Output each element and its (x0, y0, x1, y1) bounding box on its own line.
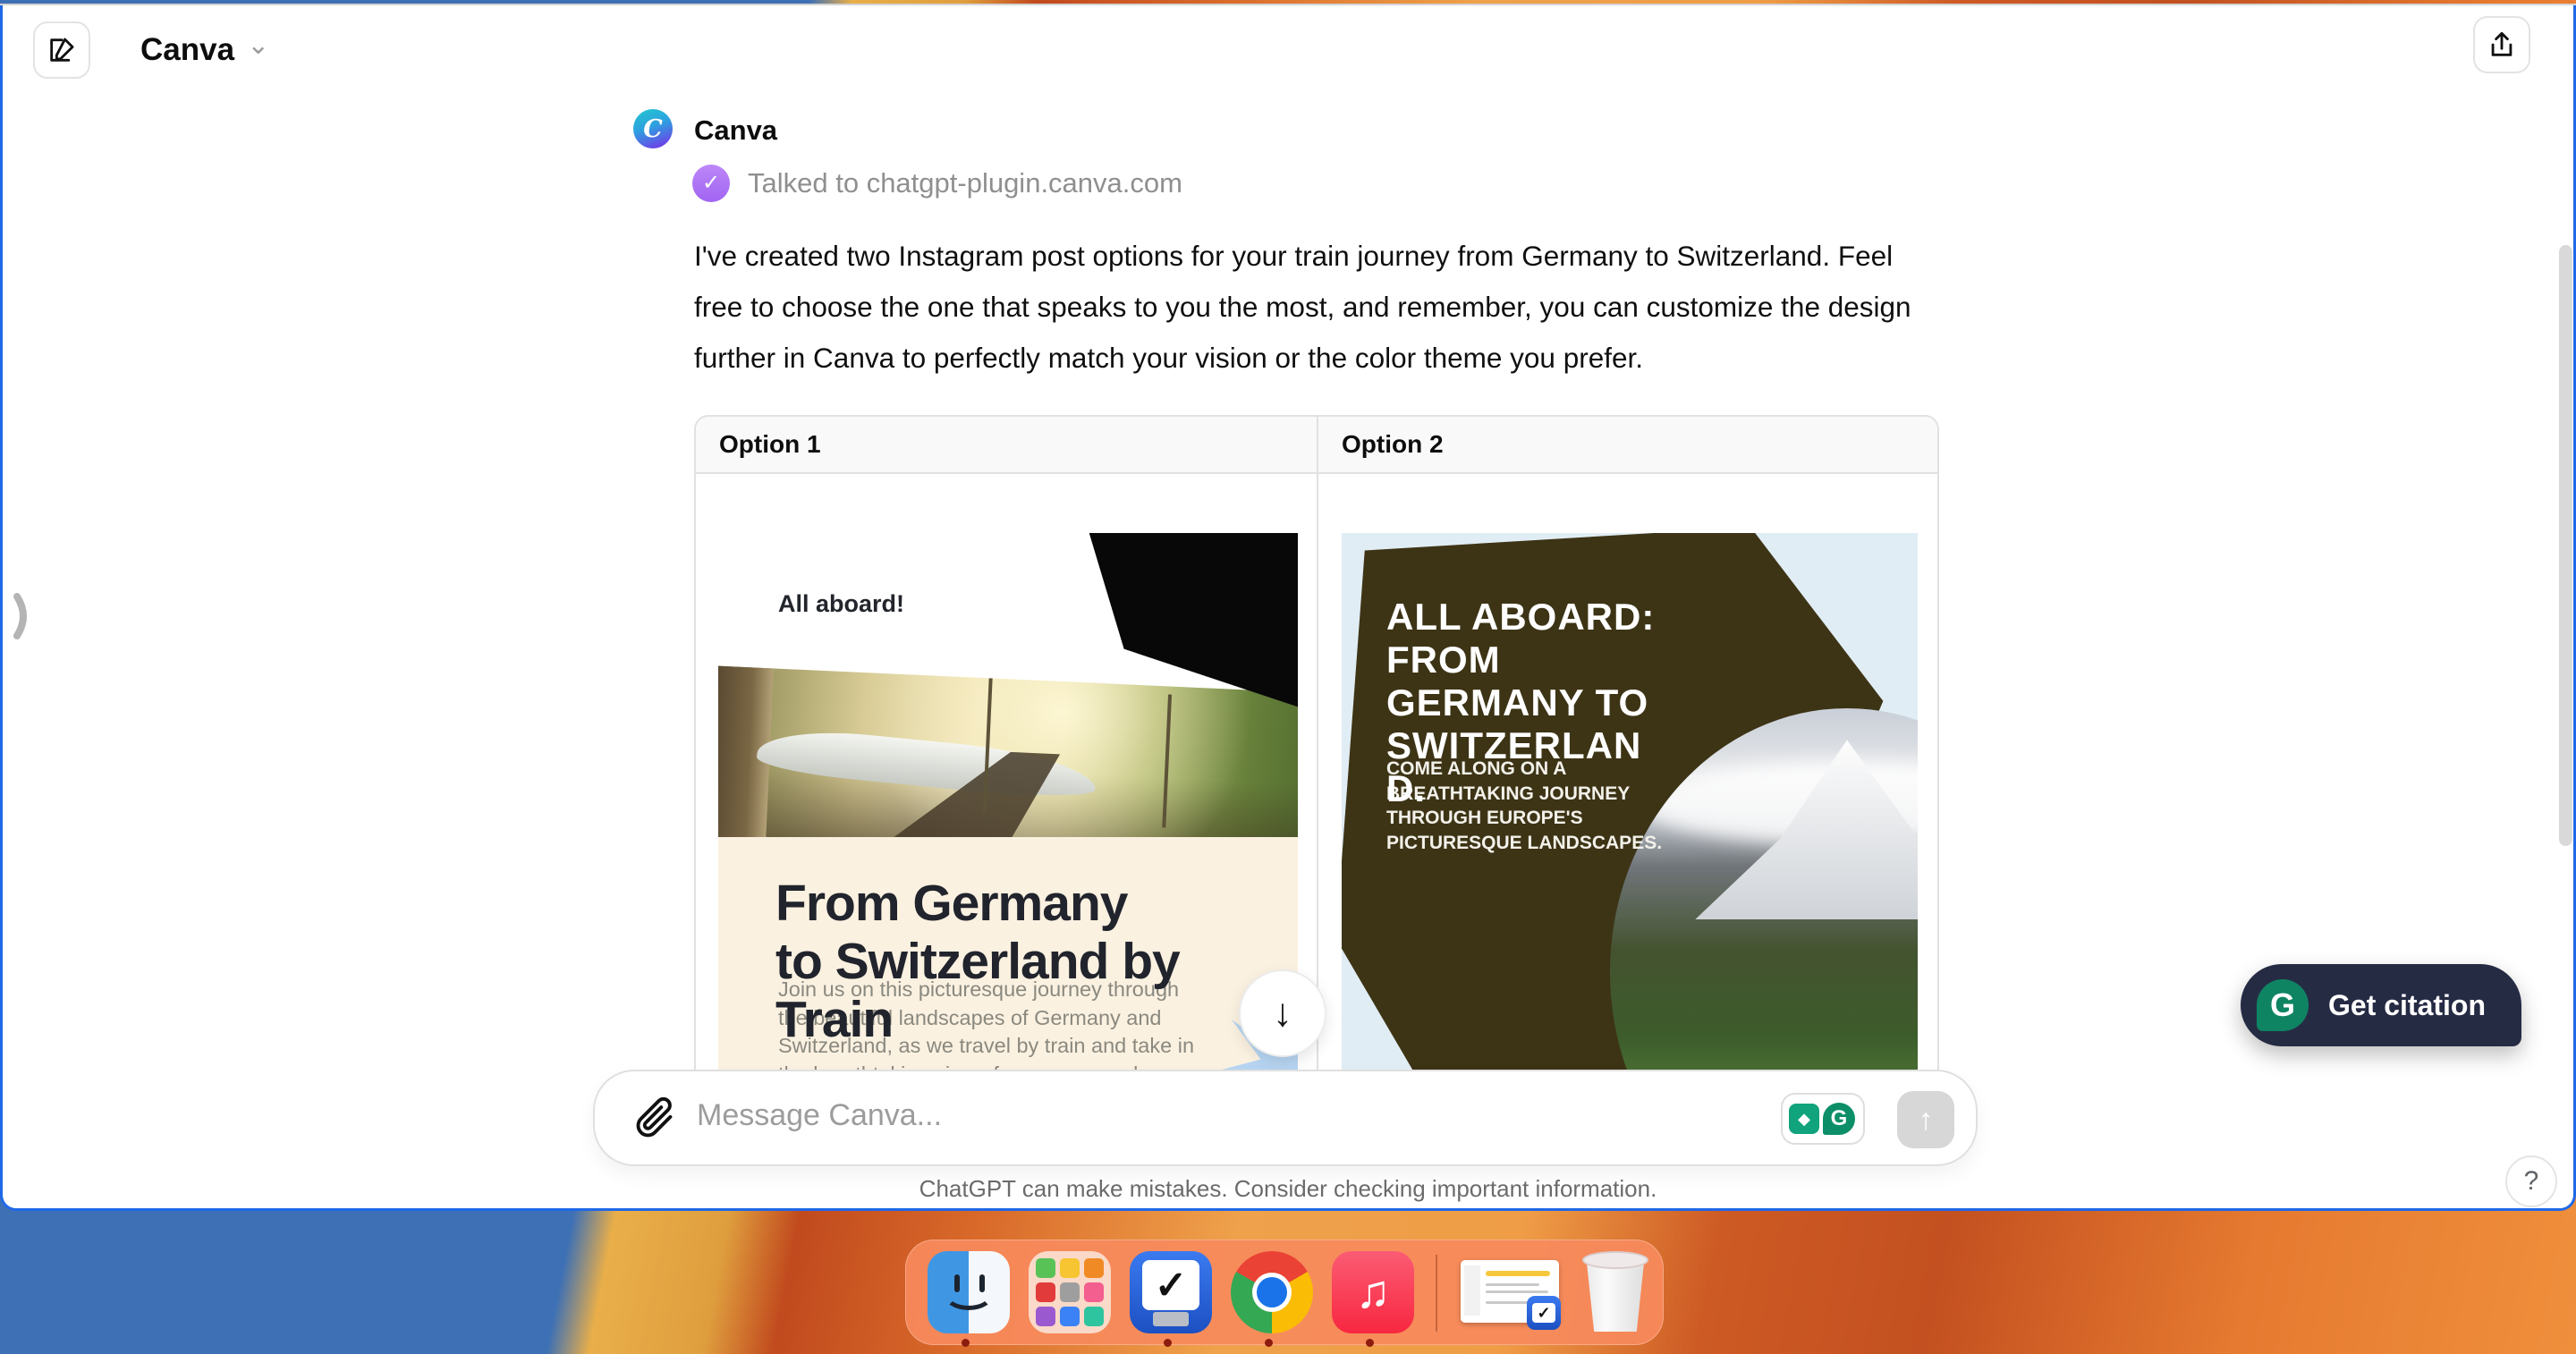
scroll-to-bottom-button[interactable]: ↓ (1239, 969, 1326, 1057)
things-badge-icon: ✓ (1532, 1303, 1555, 1323)
get-citation-label: Get citation (2328, 989, 2486, 1022)
help-button[interactable]: ? (2505, 1155, 2557, 1207)
launchpad-icon (1084, 1258, 1104, 1278)
plugin-status-row[interactable]: ✓ Talked to chatgpt-plugin.canva.com (692, 165, 1182, 202)
thumb-text-line (1486, 1283, 1539, 1286)
option1-cell: All aboard! Join us on this picturesque … (696, 474, 1317, 1077)
assistant-name: Canva (694, 114, 777, 147)
music-note-icon: ♫ (1356, 1265, 1391, 1319)
share-button[interactable] (2473, 16, 2530, 73)
help-icon: ? (2524, 1166, 2539, 1197)
thumb-text-line (1486, 1301, 1530, 1304)
compose-icon (47, 35, 77, 65)
running-indicator-finder (962, 1339, 970, 1347)
chevron-down-icon: ⌄ (247, 30, 269, 61)
grammarly-gem-icon: ◆ (1789, 1104, 1819, 1134)
option1-tagline: All aboard! (778, 590, 904, 618)
launchpad-icon (1060, 1307, 1080, 1326)
trash-icon (1584, 1258, 1647, 1332)
assistant-message: I've created two Instagram post options … (694, 231, 1946, 384)
message-composer[interactable]: Message Canva... ◆ G ↑ (593, 1070, 1978, 1166)
trash-icon (1582, 1251, 1648, 1269)
attach-file-button[interactable] (631, 1095, 677, 1146)
option2-design-image[interactable]: COME ALONG ON A BREATHTAKING JOURNEY THR… (1342, 533, 1918, 1113)
photo-pole (1162, 694, 1172, 828)
page-title: Canva (140, 32, 234, 68)
option2-heading: ALL ABOARD: FROM GERMANY TO SWITZERLAND. (1386, 596, 1657, 810)
launchpad-icon (1084, 1282, 1104, 1302)
canva-plugin-avatar: C (633, 109, 673, 148)
sidebar-expand-handle[interactable] (12, 585, 47, 647)
get-citation-button[interactable]: G Get citation (2241, 964, 2521, 1046)
share-icon (2487, 30, 2517, 60)
grammarly-g-icon: G (1821, 1101, 1857, 1137)
things-icon (1153, 1312, 1189, 1326)
macos-dock: ✓ ♫ ✓ (905, 1240, 1664, 1345)
running-indicator-things (1164, 1339, 1172, 1347)
grammarly-logo: G (2257, 979, 2309, 1031)
dock-item-chrome[interactable] (1231, 1251, 1313, 1333)
thumb-highlight-row (1486, 1271, 1550, 1276)
launchpad-icon (1084, 1307, 1104, 1326)
dock-item-finder[interactable] (928, 1251, 1010, 1333)
chatgpt-window: Canva ⌄ C Canva ✓ Talked to chatgpt-plug… (0, 5, 2576, 1211)
chrome-icon (1252, 1273, 1292, 1312)
finder-icon (944, 1278, 994, 1310)
option2-cell: COME ALONG ON A BREATHTAKING JOURNEY THR… (1317, 474, 1937, 1077)
g-glyph: G (2270, 986, 2295, 1024)
options-table-header: Option 1 Option 2 (696, 417, 1937, 474)
launchpad-icon (1036, 1282, 1055, 1302)
thumb-sidebar (1464, 1265, 1480, 1316)
plugin-check-icon: ✓ (692, 165, 730, 202)
dock-minimized-window-badge: ✓ (1527, 1296, 1561, 1330)
sidebar-expand-icon (12, 589, 35, 643)
option1-header: Option 1 (696, 417, 1317, 472)
send-button[interactable]: ↑ (1897, 1091, 1954, 1148)
model-switcher[interactable]: Canva ⌄ (140, 32, 269, 68)
launchpad-icon (1036, 1258, 1055, 1278)
thumb-text-line (1486, 1291, 1548, 1293)
grammarly-inline-widget[interactable]: ◆ G (1781, 1093, 1865, 1145)
launchpad-icon (1060, 1282, 1080, 1302)
running-indicator-music (1366, 1339, 1374, 1347)
plugin-status-text: Talked to chatgpt-plugin.canva.com (748, 167, 1182, 199)
running-indicator-chrome (1265, 1339, 1273, 1347)
option1-design-image[interactable]: All aboard! Join us on this picturesque … (718, 533, 1298, 1113)
option1-heading: From Germany to Switzerland by Train (775, 875, 1187, 1049)
avatar-letter: C (643, 115, 663, 143)
disclaimer-text: ChatGPT can make mistakes. Consider chec… (3, 1175, 2573, 1203)
check-glyph: ✓ (702, 173, 720, 194)
options-table: Option 1 Option 2 All aboard! (694, 415, 1939, 1077)
down-arrow-icon: ↓ (1273, 991, 1292, 1036)
things-check: ✓ (1155, 1263, 1188, 1308)
dock-separator (1436, 1255, 1437, 1332)
composer-placeholder: Message Canva... (697, 1098, 942, 1133)
things-icon: ✓ (1142, 1260, 1199, 1310)
option2-header: Option 2 (1317, 417, 1937, 472)
send-arrow-icon: ↑ (1919, 1103, 1934, 1138)
dock-item-music[interactable]: ♫ (1332, 1251, 1414, 1333)
launchpad-icon (1060, 1258, 1080, 1278)
g-glyph: G (1831, 1106, 1848, 1131)
dock-item-trash[interactable] (1577, 1251, 1654, 1335)
new-chat-button[interactable] (33, 21, 90, 79)
dock-item-things[interactable]: ✓ (1130, 1251, 1212, 1333)
gem-glyph: ◆ (1798, 1110, 1810, 1129)
scrollbar-thumb[interactable] (2559, 245, 2572, 846)
paperclip-icon (631, 1095, 677, 1141)
launchpad-icon (1036, 1307, 1055, 1326)
dock-item-launchpad[interactable] (1029, 1251, 1111, 1333)
